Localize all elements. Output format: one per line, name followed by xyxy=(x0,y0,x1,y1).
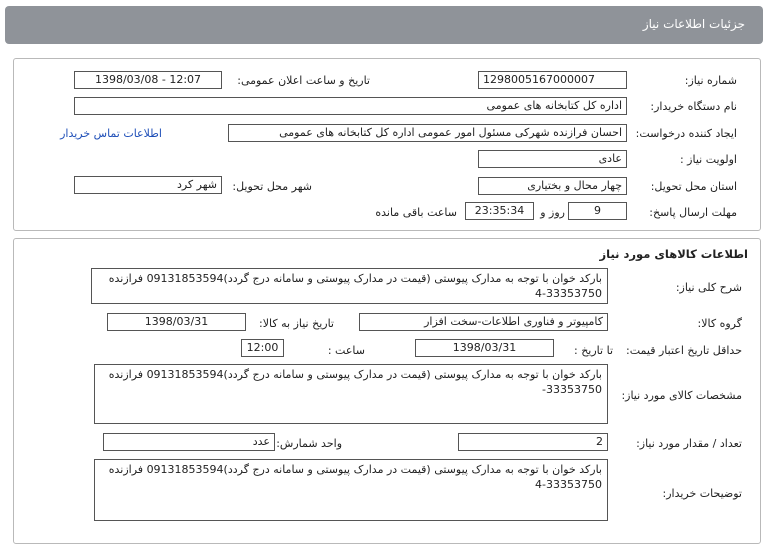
city-field: شهر کرد xyxy=(74,176,222,194)
time-remaining-label: ساعت باقی مانده xyxy=(375,206,457,219)
unit-field: عدد xyxy=(103,433,275,451)
description-label: شرح کلی نیاز: xyxy=(675,281,742,294)
unit-label: واحد شمارش: xyxy=(276,437,342,450)
city-label: شهر محل تحویل: xyxy=(232,180,312,193)
buyer-notes-label: توضیحات خریدار: xyxy=(662,487,743,500)
buyer-org-label: نام دستگاه خریدار: xyxy=(650,100,737,113)
validity-time-label: ساعت : xyxy=(327,344,365,357)
requester-label: ایجاد کننده درخواست: xyxy=(635,127,737,140)
page-title: جزئیات اطلاعات نیاز xyxy=(642,17,745,31)
until-date-label: تا تاریخ : xyxy=(574,344,613,357)
announce-datetime-field: 1398/03/08 - 12:07 xyxy=(74,71,222,89)
announce-datetime-label: تاریخ و ساعت اعلان عمومی: xyxy=(237,74,370,87)
quantity-field: 2 xyxy=(458,433,608,451)
days-suffix-label: روز و xyxy=(540,206,565,219)
time-remaining-field: 23:35:34 xyxy=(465,202,534,220)
validity-time-field: 12:00 xyxy=(241,339,284,357)
goods-section-title: اطلاعات کالاهای مورد نیاز xyxy=(599,247,748,261)
days-field: 9 xyxy=(568,202,627,220)
goods-group-field: کامپیوتر و فناوری اطلاعات-سخت افزار xyxy=(359,313,608,331)
quantity-label: تعداد / مقدار مورد نیاز: xyxy=(636,437,742,450)
deadline-label: مهلت ارسال پاسخ: xyxy=(649,206,737,219)
province-label: استان محل تحویل: xyxy=(650,180,737,193)
buyer-contact-link[interactable]: اطلاعات تماس خریدار xyxy=(60,127,162,140)
specs-label: مشخصات کالای مورد نیاز: xyxy=(621,389,742,402)
need-date-label: تاریخ نیاز به کالا: xyxy=(259,317,334,330)
need-number-field: 1298005167000007 xyxy=(478,71,627,89)
until-date-field: 1398/03/31 xyxy=(415,339,554,357)
requester-field: احسان فرازنده شهرکی مسئول امور عمومی ادا… xyxy=(228,124,627,142)
priority-field: عادی xyxy=(478,150,627,168)
buyer-notes-field: بارکد خوان با توجه به مدارک پیوستی (قیمت… xyxy=(94,459,608,521)
page-header: جزئیات اطلاعات نیاز xyxy=(5,6,763,44)
specs-field: بارکد خوان با توجه به مدارک پیوستی (قیمت… xyxy=(94,364,608,424)
price-validity-label: حداقل تاریخ اعتبار قیمت: xyxy=(626,344,742,357)
description-field: بارکد خوان با توجه به مدارک پیوستی (قیمت… xyxy=(91,268,608,304)
goods-group-label: گروه کالا: xyxy=(697,317,742,330)
need-date-field: 1398/03/31 xyxy=(107,313,246,331)
province-field: چهار محال و بختیاری xyxy=(478,177,627,195)
need-number-label: شماره نیاز: xyxy=(684,74,737,87)
priority-label: اولویت نیاز : xyxy=(679,153,737,166)
buyer-org-field: اداره کل کتابخانه های عمومی xyxy=(74,97,627,115)
